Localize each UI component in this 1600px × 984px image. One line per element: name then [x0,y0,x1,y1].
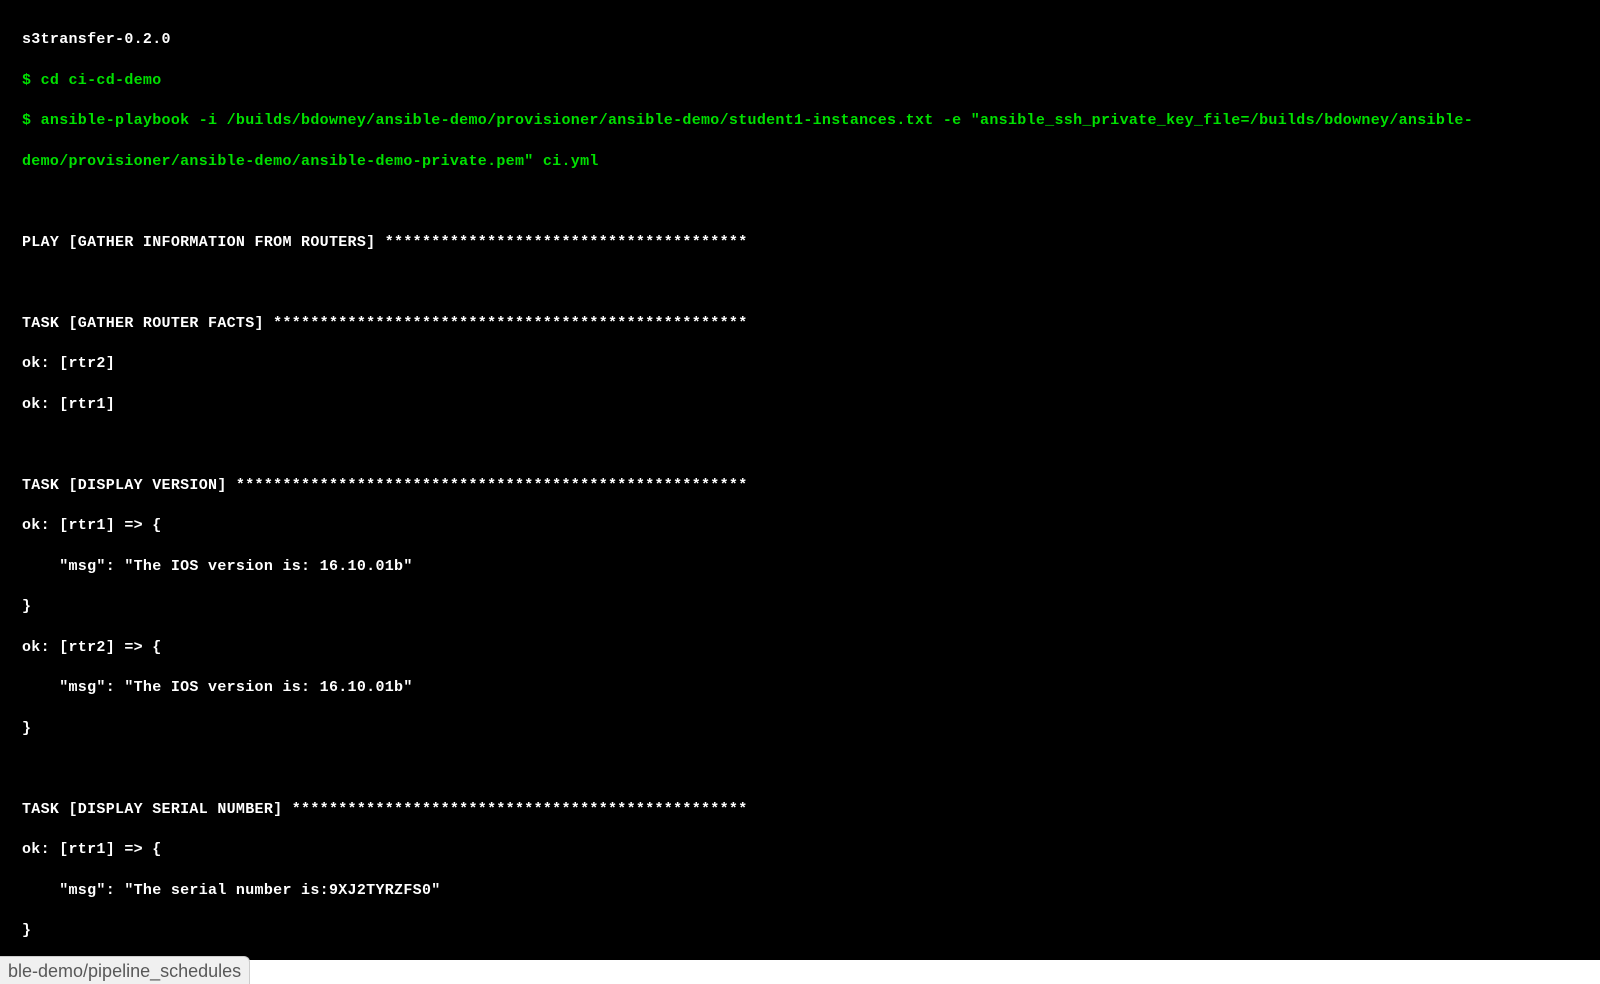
command-line: $ cd ci-cd-demo [22,71,1578,91]
output-line: ok: [rtr1] => { [22,840,1578,860]
output-line: } [22,597,1578,617]
command-line: $ ansible-playbook -i /builds/bdowney/an… [22,111,1578,131]
task-header: TASK [GATHER ROUTER FACTS] *************… [22,314,1578,334]
task-header: TASK [DISPLAY VERSION] *****************… [22,476,1578,496]
output-line: "msg": "The IOS version is: 16.10.01b" [22,678,1578,698]
blank-line [22,273,1578,293]
task-header: TASK [DISPLAY SERIAL NUMBER] ***********… [22,800,1578,820]
status-bar-text: ble-demo/pipeline_schedules [8,961,241,981]
output-line: ok: [rtr1] => { [22,516,1578,536]
output-line: } [22,719,1578,739]
terminal-output[interactable]: s3transfer-0.2.0 $ cd ci-cd-demo $ ansib… [0,0,1600,960]
blank-line [22,435,1578,455]
output-line: } [22,921,1578,941]
output-line: ok: [rtr2] [22,354,1578,374]
output-line: ok: [rtr1] [22,395,1578,415]
browser-status-bar: ble-demo/pipeline_schedules [0,956,250,984]
play-header: PLAY [GATHER INFORMATION FROM ROUTERS] *… [22,233,1578,253]
output-line: "msg": "The serial number is:9XJ2TYRZFS0… [22,881,1578,901]
output-line: "msg": "The IOS version is: 16.10.01b" [22,557,1578,577]
output-line: s3transfer-0.2.0 [22,30,1578,50]
command-line: demo/provisioner/ansible-demo/ansible-de… [22,152,1578,172]
output-line: ok: [rtr2] => { [22,638,1578,658]
blank-line [22,759,1578,779]
blank-line [22,192,1578,212]
